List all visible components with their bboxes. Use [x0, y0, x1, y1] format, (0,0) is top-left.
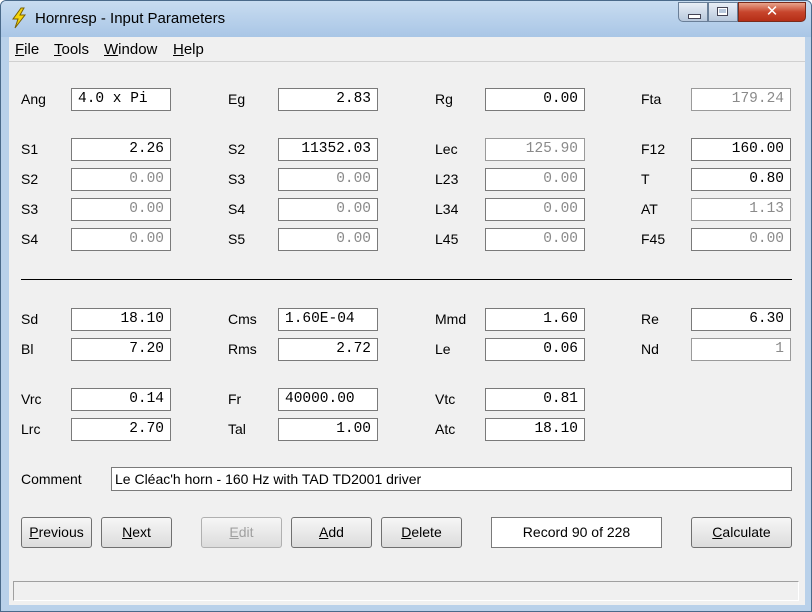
label-tal: Tal: [228, 421, 246, 437]
field-s3-left[interactable]: 0.00: [71, 198, 171, 221]
label-le: Le: [435, 341, 451, 357]
menu-tools[interactable]: Tools: [54, 41, 89, 58]
label-ang: Ang: [21, 91, 46, 107]
field-atc[interactable]: 18.10: [485, 418, 585, 441]
label-s4-left: S4: [21, 231, 39, 247]
status-bar: [9, 577, 805, 605]
field-s4-left[interactable]: 0.00: [71, 228, 171, 251]
field-le[interactable]: 0.06: [485, 338, 585, 361]
label-vrc: Vrc: [21, 391, 42, 407]
minimize-button[interactable]: [678, 2, 708, 22]
field-sd[interactable]: 18.10: [71, 308, 171, 331]
section-divider: [21, 279, 792, 280]
label-s2-left: S2: [21, 171, 39, 187]
next-button[interactable]: Next: [101, 517, 172, 548]
field-rms[interactable]: 2.72: [278, 338, 378, 361]
field-s2[interactable]: 11352.03: [278, 138, 378, 161]
field-re[interactable]: 6.30: [691, 308, 791, 331]
record-indicator: Record 90 of 228: [491, 517, 662, 548]
field-cms[interactable]: 1.60E-04: [278, 308, 378, 331]
label-s1: S1: [21, 141, 39, 157]
label-fta: Fta: [641, 91, 662, 107]
edit-button[interactable]: Edit: [201, 517, 282, 548]
comment-field[interactable]: Le Cléac'h horn - 160 Hz with TAD TD2001…: [111, 467, 792, 491]
minimize-icon: [688, 14, 701, 19]
field-vrc[interactable]: 0.14: [71, 388, 171, 411]
label-s2: S2: [228, 141, 246, 157]
hornresp-window: Hornresp - Input Parameters ✕ File Tools…: [0, 0, 812, 612]
label-re: Re: [641, 311, 659, 327]
field-s4[interactable]: 0.00: [278, 198, 378, 221]
status-text: [13, 581, 799, 601]
field-s1[interactable]: 2.26: [71, 138, 171, 161]
maximize-icon: [717, 7, 728, 16]
label-vtc: Vtc: [435, 391, 456, 407]
label-rg: Rg: [435, 91, 453, 107]
field-bl[interactable]: 7.20: [71, 338, 171, 361]
label-mmd: Mmd: [435, 311, 467, 327]
field-ang[interactable]: 4.0 x Pi: [71, 88, 171, 111]
label-at: AT: [641, 201, 658, 217]
label-cms: Cms: [228, 311, 257, 327]
label-l45: L45: [435, 231, 459, 247]
label-t: T: [641, 171, 650, 187]
label-s5: S5: [228, 231, 246, 247]
field-eg[interactable]: 2.83: [278, 88, 378, 111]
label-f45: F45: [641, 231, 666, 247]
label-l34: L34: [435, 201, 459, 217]
label-fr: Fr: [228, 391, 242, 407]
field-tal[interactable]: 1.00: [278, 418, 378, 441]
label-s4: S4: [228, 201, 246, 217]
field-at: 1.13: [691, 198, 791, 221]
label-bl: Bl: [21, 341, 34, 357]
field-t[interactable]: 0.80: [691, 168, 791, 191]
field-s5[interactable]: 0.00: [278, 228, 378, 251]
menu-help[interactable]: Help: [173, 41, 204, 58]
calculate-button[interactable]: Calculate: [691, 517, 792, 548]
label-rms: Rms: [228, 341, 257, 357]
field-rg[interactable]: 0.00: [485, 88, 585, 111]
label-s3: S3: [228, 171, 246, 187]
field-f45[interactable]: 0.00: [691, 228, 791, 251]
menu-window[interactable]: Window: [104, 41, 157, 58]
title-bar[interactable]: Hornresp - Input Parameters ✕: [1, 1, 811, 37]
label-atc: Atc: [435, 421, 456, 437]
label-s3-left: S3: [21, 201, 39, 217]
add-button[interactable]: Add: [291, 517, 372, 548]
label-sd: Sd: [21, 311, 39, 327]
field-fr[interactable]: 40000.00: [278, 388, 378, 411]
field-f12[interactable]: 160.00: [691, 138, 791, 161]
field-mmd[interactable]: 1.60: [485, 308, 585, 331]
label-lrc: Lrc: [21, 421, 41, 437]
label-eg: Eg: [228, 91, 246, 107]
menu-file[interactable]: File: [15, 41, 39, 58]
field-fta: 179.24: [691, 88, 791, 111]
label-l23: L23: [435, 171, 459, 187]
field-s3[interactable]: 0.00: [278, 168, 378, 191]
window-title: Hornresp - Input Parameters: [35, 10, 226, 27]
close-button[interactable]: ✕: [738, 2, 806, 22]
field-s2-left[interactable]: 0.00: [71, 168, 171, 191]
delete-button[interactable]: Delete: [381, 517, 462, 548]
label-f12: F12: [641, 141, 666, 157]
menu-bar: File Tools Window Help: [9, 37, 805, 62]
maximize-button[interactable]: [708, 2, 738, 22]
label-comment: Comment: [21, 471, 82, 487]
field-l45[interactable]: 0.00: [485, 228, 585, 251]
label-lec: Lec: [435, 141, 458, 157]
label-nd: Nd: [641, 341, 659, 357]
field-nd: 1: [691, 338, 791, 361]
field-lec: 125.90: [485, 138, 585, 161]
field-vtc[interactable]: 0.81: [485, 388, 585, 411]
lightning-bolt-icon: [12, 7, 27, 29]
client-area: File Tools Window Help Ang 4.0 x Pi Eg 2…: [9, 37, 805, 605]
field-lrc[interactable]: 2.70: [71, 418, 171, 441]
field-l23[interactable]: 0.00: [485, 168, 585, 191]
field-l34[interactable]: 0.00: [485, 198, 585, 221]
previous-button[interactable]: Previous: [21, 517, 92, 548]
close-icon: ✕: [765, 3, 779, 20]
